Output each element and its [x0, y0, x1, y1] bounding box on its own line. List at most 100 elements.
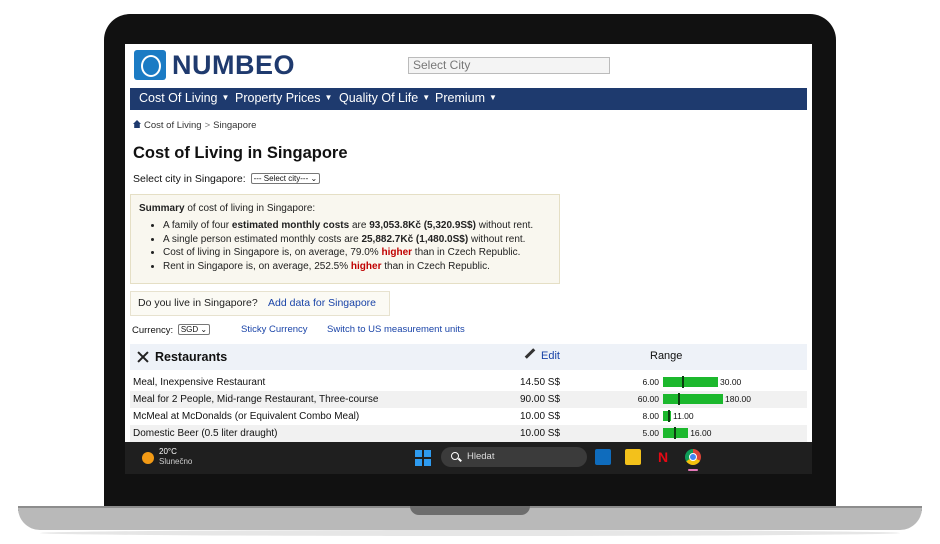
- select-city-input[interactable]: Select City: [408, 57, 610, 74]
- range-average-marker: [682, 376, 685, 388]
- page-title: Cost of Living in Singapore: [133, 144, 348, 162]
- breadcrumb-singapore[interactable]: Singapore: [213, 120, 256, 131]
- range-min: 8.00: [642, 411, 659, 421]
- active-app-indicator: [688, 469, 698, 471]
- chevron-down-icon: ⌄: [310, 174, 318, 183]
- list-item: A family of four estimated monthly costs…: [163, 220, 533, 233]
- fork-knife-icon: [137, 351, 149, 363]
- table-row: Meal, Inexpensive Restaurant 14.50 S$ 6.00…: [130, 374, 807, 391]
- range-max: 180.00: [725, 394, 751, 404]
- currency-select[interactable]: SGD ⌄: [177, 324, 211, 335]
- edit-link[interactable]: Edit: [541, 350, 560, 362]
- breadcrumb: Cost of Living > Singapore: [133, 120, 256, 131]
- search-label: Hledat: [467, 451, 495, 462]
- summary-heading-bold: Summary: [139, 203, 185, 214]
- windows-taskbar: 20°C Slunečno Hledat N: [125, 442, 812, 474]
- summary-higher: higher: [350, 260, 382, 272]
- item-name: Meal, Inexpensive Restaurant: [133, 377, 266, 388]
- summary-list: A family of four estimated monthly costs…: [151, 220, 533, 274]
- live-here-box: Do you live in Singapore? Add data for S…: [130, 291, 390, 316]
- currency-label: Currency:: [132, 325, 174, 336]
- select-city-row: Select city in Singapore: --- Select cit…: [133, 173, 321, 185]
- summary-box: Summary of cost of living in Singapore: …: [130, 194, 560, 284]
- item-name: McMeal at McDonalds (or Equivalent Combo…: [133, 411, 360, 422]
- nav-premium[interactable]: Premium ▼: [435, 91, 497, 105]
- weather-temperature[interactable]: 20°C: [159, 447, 177, 456]
- nav-label: Property Prices: [235, 91, 321, 105]
- range-bar: [663, 377, 718, 387]
- chevron-down-icon: ▼: [221, 93, 230, 102]
- numbeo-logo-icon[interactable]: [134, 50, 166, 80]
- select-city-dropdown[interactable]: --- Select city--- ⌄: [250, 173, 321, 184]
- laptop-screen: NUMBEO Select City Cost Of Living ▼ Prope…: [125, 44, 812, 474]
- list-item: A single person estimated monthly costs …: [163, 234, 533, 247]
- summary-text: Cost of living in Singapore is, on avera…: [163, 247, 382, 258]
- chrome-icon[interactable]: [685, 449, 701, 465]
- chevron-down-icon: ▼: [489, 93, 497, 102]
- nav-label: Premium: [435, 91, 486, 105]
- breadcrumb-cost-of-living[interactable]: Cost of Living: [144, 120, 202, 131]
- numbeo-logo-text[interactable]: NUMBEO: [172, 50, 295, 81]
- list-item: Rent in Singapore is, on average, 252.5%…: [163, 261, 533, 274]
- summary-text: without rent.: [475, 220, 534, 231]
- summary-text: A family of four: [163, 220, 232, 231]
- file-explorer-icon[interactable]: [625, 449, 641, 465]
- summary-higher: higher: [381, 247, 413, 258]
- summary-text: are: [349, 220, 370, 231]
- main-nav: Cost Of Living ▼ Property Prices ▼ Quality…: [130, 88, 807, 110]
- range-max: 30.00: [720, 377, 742, 387]
- summary-heading-rest: of cost of living in Singapore:: [184, 203, 316, 214]
- pencil-icon[interactable]: [524, 348, 536, 359]
- list-item: Cost of living in Singapore is, on avera…: [163, 247, 533, 260]
- currency-value: SGD: [180, 325, 199, 334]
- item-price: 90.00 S$: [520, 394, 561, 405]
- windows-start-icon[interactable]: [415, 450, 431, 466]
- nav-quality-of-life[interactable]: Quality Of Life ▼: [339, 91, 430, 105]
- table-row: Domestic Beer (0.5 liter draught) 10.00 S…: [130, 425, 807, 442]
- nav-cost-of-living[interactable]: Cost Of Living ▼: [139, 91, 229, 105]
- chevron-down-icon: ⌄: [200, 325, 208, 334]
- browser-page: NUMBEO Select City Cost Of Living ▼ Prope…: [125, 44, 812, 442]
- summary-bold: estimated monthly costs: [231, 220, 350, 231]
- netflix-icon[interactable]: N: [655, 449, 671, 465]
- taskbar-search[interactable]: Hledat: [441, 447, 587, 467]
- sticky-currency-link[interactable]: Sticky Currency: [241, 324, 308, 335]
- range-bar: [663, 394, 723, 404]
- summary-amount: 93,053.8Kč (5,320.9S$): [369, 220, 476, 231]
- add-data-link[interactable]: Add data for Singapore: [268, 297, 376, 309]
- summary-text: than in Czech Republic.: [412, 247, 521, 258]
- nav-label: Cost Of Living: [139, 91, 218, 105]
- weather-condition[interactable]: Slunečno: [159, 457, 192, 466]
- outlook-icon[interactable]: [595, 449, 611, 465]
- item-price: 10.00 S$: [520, 428, 561, 439]
- laptop-notch: [410, 506, 530, 515]
- range-average-marker: [674, 427, 677, 439]
- table-row: Meal for 2 People, Mid-range Restaurant,…: [130, 391, 807, 408]
- live-question: Do you live in Singapore?: [138, 297, 258, 309]
- currency-row: Currency: SGD ⌄ Sticky Currency Switch t…: [132, 324, 465, 336]
- table-row: McMeal at McDonalds (or Equivalent Combo…: [130, 408, 807, 425]
- nav-property-prices[interactable]: Property Prices ▼: [235, 91, 332, 105]
- chevron-down-icon: ▼: [422, 93, 431, 102]
- restaurants-title: Restaurants: [155, 350, 228, 364]
- item-name: Domestic Beer (0.5 liter draught): [133, 428, 278, 439]
- range-min: 60.00: [637, 394, 659, 404]
- home-icon[interactable]: [133, 120, 141, 128]
- summary-text: A single person estimated monthly costs …: [163, 233, 362, 245]
- item-name: Meal for 2 People, Mid-range Restaurant,…: [133, 394, 379, 405]
- range-average-marker: [678, 393, 680, 405]
- us-units-link[interactable]: Switch to US measurement units: [327, 324, 465, 335]
- sun-icon[interactable]: [142, 452, 154, 464]
- nav-label: Quality Of Life: [339, 91, 419, 105]
- laptop-shadow: [40, 530, 900, 536]
- summary-amount: 25,882.7Kč (1,480.0S$): [361, 233, 469, 245]
- item-price: 14.50 S$: [520, 377, 561, 388]
- range-max: 11.00: [673, 411, 694, 421]
- select-city-label: Select city in Singapore:: [133, 173, 246, 185]
- summary-heading: Summary of cost of living in Singapore:: [139, 203, 315, 214]
- range-max: 16.00: [690, 428, 712, 438]
- search-icon: [451, 452, 459, 460]
- restaurants-header: Restaurants Edit Range: [130, 344, 807, 370]
- range-min: 5.00: [642, 428, 659, 438]
- summary-text: without rent.: [468, 233, 526, 245]
